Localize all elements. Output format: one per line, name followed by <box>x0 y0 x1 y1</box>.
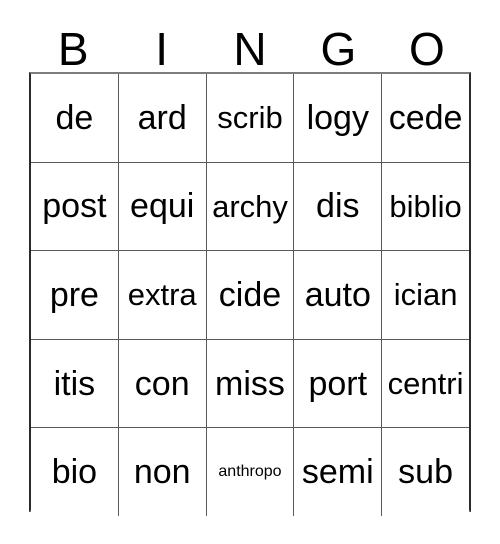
bingo-row: itis con miss port centri <box>31 338 469 428</box>
bingo-header-letter: G <box>320 23 357 76</box>
bingo-cell-label: itis <box>53 364 96 403</box>
bingo-cell-label: con <box>134 364 190 403</box>
bingo-cell[interactable]: dis <box>293 162 382 251</box>
bingo-row: pre extra cide auto ician <box>31 250 469 339</box>
bingo-cell[interactable]: auto <box>293 251 382 339</box>
bingo-cell[interactable]: anthropo <box>205 428 294 516</box>
bingo-cell[interactable]: de <box>31 74 118 162</box>
bingo-header-cell-b: B <box>29 14 117 72</box>
bingo-cell[interactable]: ician <box>381 251 469 339</box>
bingo-header-cell-n: N <box>206 14 294 72</box>
bingo-cell-label: anthropo <box>218 463 282 481</box>
bingo-cell-label: bio <box>51 453 98 492</box>
bingo-cell-label: logy <box>306 98 369 137</box>
bingo-cell[interactable]: extra <box>117 251 206 339</box>
bingo-cell[interactable]: non <box>117 428 206 516</box>
bingo-header-cell-g: G <box>294 14 382 72</box>
bingo-cell-label: post <box>42 187 107 226</box>
bingo-cell[interactable]: ard <box>117 74 206 162</box>
bingo-header-cell-o: O <box>383 14 471 72</box>
bingo-cell[interactable]: biblio <box>381 162 469 251</box>
bingo-cell-label: scrib <box>217 100 283 136</box>
bingo-header-letter: B <box>57 23 89 76</box>
bingo-cell-label: cede <box>388 98 463 137</box>
bingo-cell-label: ician <box>393 277 458 313</box>
bingo-cell-label: sub <box>398 453 453 492</box>
bingo-row: post equi archy dis biblio <box>31 161 469 251</box>
bingo-cell[interactable]: bio <box>31 428 118 516</box>
bingo-header-letter: O <box>408 23 445 76</box>
bingo-cell[interactable]: archy <box>205 162 294 251</box>
bingo-cell[interactable]: cide <box>205 251 294 339</box>
bingo-cell[interactable]: port <box>293 339 382 428</box>
bingo-cell-label: centri <box>387 366 464 402</box>
bingo-cell-label: extra <box>127 277 197 313</box>
bingo-cell-label: auto <box>304 275 371 314</box>
bingo-card: B I N G O de ard scrib logy cede post eq… <box>0 0 500 544</box>
bingo-grid: de ard scrib logy cede post equi archy d… <box>29 72 471 516</box>
bingo-header-row: B I N G O <box>29 14 471 72</box>
bingo-cell-label: archy <box>212 188 288 224</box>
bingo-row: de ard scrib logy cede <box>31 74 469 162</box>
bingo-cell[interactable]: semi <box>293 428 382 516</box>
bingo-cell-label: cide <box>218 275 282 314</box>
bingo-cell-label: dis <box>316 187 360 226</box>
bingo-cell[interactable]: equi <box>117 162 206 251</box>
bingo-cell-label: non <box>133 453 191 492</box>
bingo-cell[interactable]: post <box>31 162 118 251</box>
bingo-cell-label: pre <box>49 275 99 314</box>
bingo-cell[interactable]: pre <box>31 251 118 339</box>
bingo-cell-label: miss <box>215 364 285 403</box>
bingo-cell-label: port <box>308 364 368 403</box>
bingo-cell-label: semi <box>301 453 374 492</box>
bingo-cell[interactable]: cede <box>381 74 469 162</box>
bingo-header-cell-i: I <box>117 14 205 72</box>
bingo-cell[interactable]: con <box>117 339 206 428</box>
bingo-cell[interactable]: centri <box>381 339 469 428</box>
bingo-header-letter: I <box>155 23 168 76</box>
bingo-cell-label: equi <box>130 187 195 226</box>
bingo-cell[interactable]: miss <box>205 339 294 428</box>
bingo-cell[interactable]: sub <box>381 428 469 516</box>
bingo-row: bio non anthropo semi sub <box>31 427 469 516</box>
bingo-cell[interactable]: itis <box>31 339 118 428</box>
bingo-cell-label: de <box>55 98 94 137</box>
bingo-cell[interactable]: scrib <box>205 74 294 162</box>
bingo-cell-label: ard <box>137 98 187 137</box>
bingo-cell[interactable]: logy <box>293 74 382 162</box>
bingo-header-letter: N <box>233 23 267 76</box>
bingo-cell-label: biblio <box>389 188 462 224</box>
